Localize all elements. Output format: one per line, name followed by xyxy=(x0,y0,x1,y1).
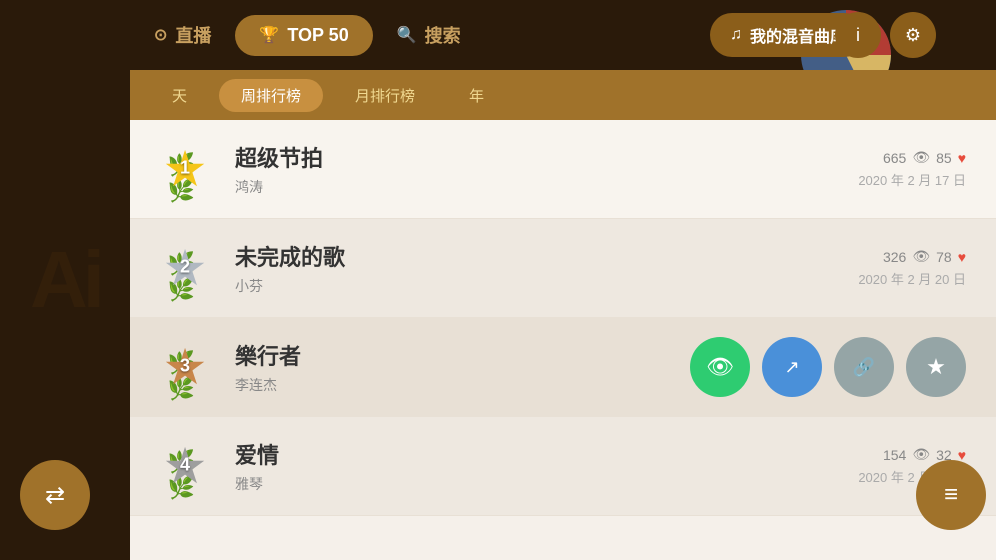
likes-count-2: 78 xyxy=(936,249,952,265)
likes-count-1: 85 xyxy=(936,150,952,166)
views-count-2: 326 xyxy=(883,249,906,265)
views-count-4: 154 xyxy=(883,447,906,463)
main-content: ★ 1 🌿🌿 超级节拍 鸿涛 665 👁 85 ♥ 2020 年 2 月 17 … xyxy=(130,120,996,560)
tab-top50[interactable]: 🏆 TOP 50 xyxy=(235,15,372,56)
view-icon: 👁 xyxy=(706,354,734,380)
stats-row-2: 326 👁 78 ♥ xyxy=(858,248,966,265)
shuffle-icon: ⇄ xyxy=(45,481,65,510)
sub-tab-week-label: 周排行榜 xyxy=(241,88,301,105)
playlist-button[interactable]: ≡ xyxy=(916,460,986,530)
view-button[interactable]: 👁 xyxy=(690,337,750,397)
share-icon: ↗ xyxy=(784,357,799,378)
sub-tab-week[interactable]: 周排行榜 xyxy=(219,79,323,112)
song-title-3: 樂行者 xyxy=(235,339,680,371)
heart-icon-2: ♥ xyxy=(958,249,966,265)
stats-date-2: 2020 年 2 月 20 日 xyxy=(858,269,966,288)
song-info-4: 爱情 雅琴 xyxy=(235,438,858,494)
song-title-4: 爱情 xyxy=(235,438,858,470)
action-buttons-3: 👁 ↗ 🔗 ★ xyxy=(680,337,976,397)
rank-item-4[interactable]: ★ 4 🌿🌿 爱情 雅琴 154 👁 32 ♥ 2020 年 2 月 19 日 xyxy=(130,417,996,516)
heart-icon-1: ♥ xyxy=(958,150,966,166)
tab-search[interactable]: 🔍 搜索 xyxy=(373,12,485,58)
library-label: 我的混音曲库 xyxy=(750,23,846,47)
song-info-1: 超级节拍 鸿涛 xyxy=(235,141,858,197)
sub-tab-day[interactable]: 天 xyxy=(150,79,209,112)
tab-live[interactable]: ⊙ 直播 xyxy=(130,12,235,58)
live-icon: ⊙ xyxy=(154,25,167,45)
song-title-1: 超级节拍 xyxy=(235,141,858,173)
eye-icon-1: 👁 xyxy=(912,149,930,166)
link-icon: 🔗 xyxy=(853,357,875,378)
settings-button[interactable]: ⚙ xyxy=(890,12,936,58)
rank-badge-1: ★ 1 🌿🌿 xyxy=(150,134,220,204)
star-icon: ★ xyxy=(926,354,946,380)
song-title-2: 未完成的歌 xyxy=(235,240,858,272)
rank-item-1[interactable]: ★ 1 🌿🌿 超级节拍 鸿涛 665 👁 85 ♥ 2020 年 2 月 17 … xyxy=(130,120,996,219)
library-icon: ♫ xyxy=(730,26,742,44)
trophy-icon: 🏆 xyxy=(259,25,279,45)
rank-item-2[interactable]: ★ 2 🌿🌿 未完成的歌 小芬 326 👁 78 ♥ 2020 年 2 月 20… xyxy=(130,219,996,318)
tab-search-label: 搜索 xyxy=(425,22,461,48)
playlist-icon: ≡ xyxy=(944,481,958,509)
views-count-1: 665 xyxy=(883,150,906,166)
share-button[interactable]: ↗ xyxy=(762,337,822,397)
rank-number-3: 3 xyxy=(180,355,190,376)
rank-number-1: 1 xyxy=(180,157,190,178)
ai-letters: Ai xyxy=(30,234,100,326)
sub-tab-day-label: 天 xyxy=(172,88,187,105)
link-button[interactable]: 🔗 xyxy=(834,337,894,397)
stats-date-1: 2020 年 2 月 17 日 xyxy=(858,170,966,189)
eye-icon-2: 👁 xyxy=(912,248,930,265)
song-artist-2: 小芬 xyxy=(235,276,858,296)
info-button[interactable]: i xyxy=(835,12,881,58)
song-artist-4: 雅琴 xyxy=(235,474,858,494)
settings-icon: ⚙ xyxy=(905,25,921,46)
sub-tab-year[interactable]: 年 xyxy=(447,79,506,112)
rank-badge-4: ★ 4 🌿🌿 xyxy=(150,431,220,501)
sub-tab-month[interactable]: 月排行榜 xyxy=(333,79,437,112)
sub-tab-month-label: 月排行榜 xyxy=(355,88,415,105)
search-icon: 🔍 xyxy=(397,25,417,45)
rank-badge-2: ★ 2 🌿🌿 xyxy=(150,233,220,303)
sub-navigation: 天 周排行榜 月排行榜 年 xyxy=(130,70,996,120)
eye-icon-4: 👁 xyxy=(912,446,930,463)
favorite-button[interactable]: ★ xyxy=(906,337,966,397)
song-stats-1: 665 👁 85 ♥ 2020 年 2 月 17 日 xyxy=(858,149,966,189)
song-info-2: 未完成的歌 小芬 xyxy=(235,240,858,296)
song-info-3: 樂行者 李连杰 xyxy=(235,339,680,395)
rank-number-4: 4 xyxy=(180,454,190,475)
song-stats-2: 326 👁 78 ♥ 2020 年 2 月 20 日 xyxy=(858,248,966,288)
stats-row-1: 665 👁 85 ♥ xyxy=(858,149,966,166)
info-icon: i xyxy=(856,25,860,46)
rank-item-3[interactable]: ★ 3 🌿🌿 樂行者 李连杰 👁 ↗ 🔗 ★ xyxy=(130,318,996,417)
tab-live-label: 直播 xyxy=(175,22,211,48)
tab-top50-label: TOP 50 xyxy=(287,25,348,46)
rank-number-2: 2 xyxy=(180,256,190,277)
song-artist-3: 李连杰 xyxy=(235,375,680,395)
shuffle-button[interactable]: ⇄ xyxy=(20,460,90,530)
rank-badge-3: ★ 3 🌿🌿 xyxy=(150,332,220,402)
song-artist-1: 鸿涛 xyxy=(235,177,858,197)
sub-tab-year-label: 年 xyxy=(469,88,484,105)
